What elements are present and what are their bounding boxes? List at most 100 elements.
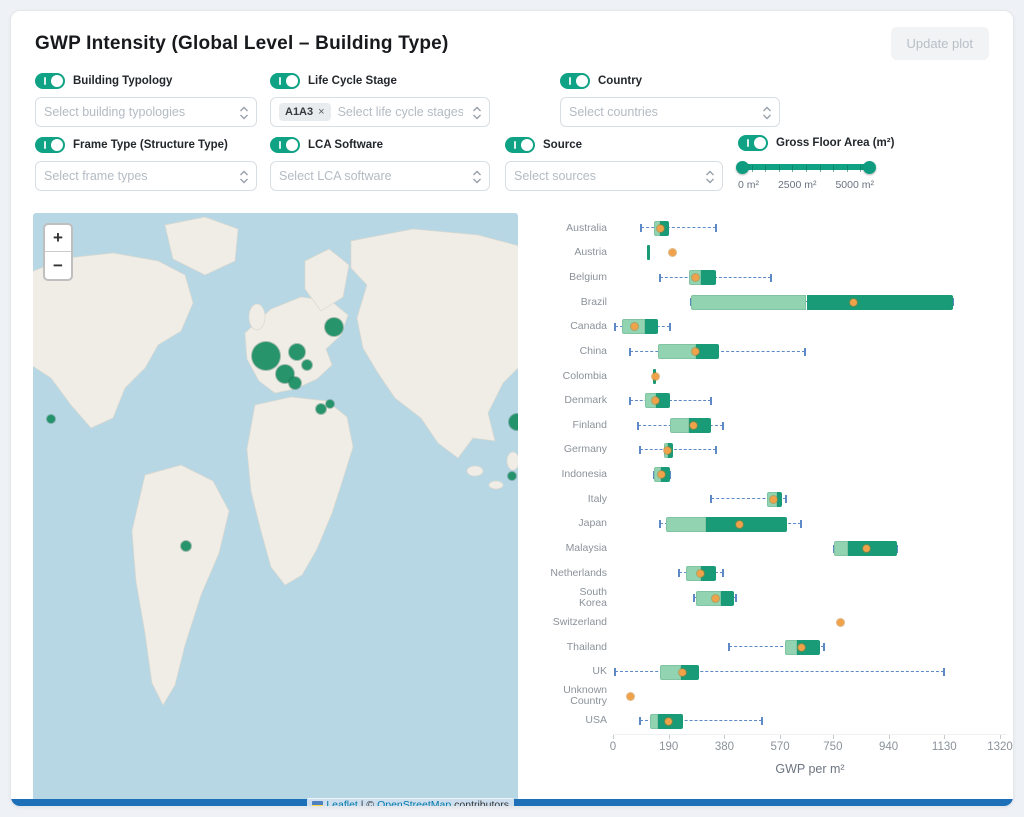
unfold-icon xyxy=(239,170,249,189)
unfold-icon xyxy=(762,106,772,125)
unfold-icon xyxy=(705,170,715,189)
y-axis-label: Netherlands xyxy=(547,561,613,586)
map-data-marker[interactable] xyxy=(47,415,55,423)
y-axis-label: Denmark xyxy=(547,388,613,413)
mean-dot xyxy=(679,669,686,676)
x-tick-mark xyxy=(669,735,670,739)
box-row xyxy=(613,610,1007,635)
map-data-marker[interactable] xyxy=(316,404,326,414)
frame-type-toggle[interactable] xyxy=(35,137,65,153)
x-tick-label: 1130 xyxy=(932,741,957,753)
mean-dot xyxy=(665,718,672,725)
plot-area xyxy=(613,216,1007,734)
filter-life-cycle-stage: Life Cycle Stage A1A3 × Select life cycl… xyxy=(270,73,490,127)
update-plot-button[interactable]: Update plot xyxy=(891,27,990,60)
whisker-cap-max xyxy=(761,717,763,725)
lca-software-toggle[interactable] xyxy=(270,137,300,153)
gfa-range-slider[interactable] xyxy=(738,160,874,174)
map-data-marker[interactable] xyxy=(289,344,305,360)
country-toggle[interactable] xyxy=(560,73,590,89)
box-row xyxy=(613,339,1007,364)
map-data-marker[interactable] xyxy=(302,360,312,370)
box-row xyxy=(613,290,1007,315)
filter-frame-type: Frame Type (Structure Type) Select frame… xyxy=(35,137,257,191)
box-row xyxy=(613,635,1007,660)
zoom-in-button[interactable]: + xyxy=(45,225,71,252)
world-map[interactable]: + − Leaflet | © OpenStreetMap contributo… xyxy=(33,213,518,807)
building-typology-select[interactable]: Select building typologies xyxy=(35,97,257,127)
gross-floor-area-toggle[interactable] xyxy=(738,135,768,151)
x-tick-mark xyxy=(780,735,781,739)
header: GWP Intensity (Global Level – Building T… xyxy=(11,11,1013,64)
whisker-cap-max xyxy=(785,495,787,503)
map-data-marker[interactable] xyxy=(181,541,191,551)
y-axis-label: UK xyxy=(547,660,613,685)
y-axis-label: Canada xyxy=(547,315,613,340)
x-tick-mark xyxy=(889,735,890,739)
box-row xyxy=(613,684,1007,709)
y-axis-label: USA xyxy=(547,709,613,734)
box-median-q3 xyxy=(721,591,734,606)
box-row xyxy=(613,216,1007,241)
mean-dot xyxy=(652,373,659,380)
building-typology-placeholder: Select building typologies xyxy=(44,105,185,119)
source-select[interactable]: Select sources xyxy=(505,161,723,191)
y-axis-labels: AustraliaAustriaBelgiumBrazilCanadaChina… xyxy=(547,216,613,734)
whisker-cap-min xyxy=(659,520,661,528)
whisker-line xyxy=(660,277,771,278)
dashboard-card: GWP Intensity (Global Level – Building T… xyxy=(10,10,1014,807)
gfa-min-label: 0 m² xyxy=(738,179,759,191)
x-tick-label: 570 xyxy=(771,741,790,753)
box-median-q3 xyxy=(807,295,954,310)
frame-type-select[interactable]: Select frame types xyxy=(35,161,257,191)
whisker-cap-max xyxy=(715,446,717,454)
unfold-icon xyxy=(239,106,249,125)
attribution-separator: | © xyxy=(358,799,377,807)
x-tick-mark xyxy=(613,735,614,739)
chip-remove-icon[interactable]: × xyxy=(318,106,324,118)
leaflet-link[interactable]: Leaflet xyxy=(326,799,358,807)
map-data-marker[interactable] xyxy=(289,377,301,389)
openstreetmap-link[interactable]: OpenStreetMap xyxy=(377,799,451,807)
gfa-slider-handle-min[interactable] xyxy=(736,161,749,174)
country-select[interactable]: Select countries xyxy=(560,97,780,127)
source-label: Source xyxy=(543,139,582,151)
y-axis-label: Malaysia xyxy=(547,536,613,561)
gfa-slider-handle-max[interactable] xyxy=(863,161,876,174)
map-data-marker[interactable] xyxy=(508,472,516,480)
box-row xyxy=(613,561,1007,586)
building-typology-toggle[interactable] xyxy=(35,73,65,89)
map-data-marker[interactable] xyxy=(509,414,518,430)
life-cycle-stage-toggle[interactable] xyxy=(270,73,300,89)
building-typology-label: Building Typology xyxy=(73,75,172,87)
y-axis-label: Japan xyxy=(547,512,613,537)
box-q1-median xyxy=(785,640,797,655)
box-q1-median xyxy=(670,418,688,433)
map-data-marker[interactable] xyxy=(325,318,343,336)
frame-type-label: Frame Type (Structure Type) xyxy=(73,139,228,151)
box-row xyxy=(613,586,1007,611)
gross-floor-area-label: Gross Floor Area (m²) xyxy=(776,137,894,149)
whisker-cap-min xyxy=(629,397,631,405)
x-tick-label: 0 xyxy=(610,741,616,753)
y-axis-label: Germany xyxy=(547,438,613,463)
chip-a1a3: A1A3 × xyxy=(279,103,331,121)
chip-label: A1A3 xyxy=(285,106,313,118)
y-axis-label: Italy xyxy=(547,487,613,512)
gfa-slider-tick xyxy=(806,165,807,172)
y-axis-label: South Korea xyxy=(547,586,613,611)
map-data-marker[interactable] xyxy=(252,342,280,370)
whisker-cap-max xyxy=(804,348,806,356)
source-toggle[interactable] xyxy=(505,137,535,153)
whisker-cap-max xyxy=(722,569,724,577)
life-cycle-stage-select[interactable]: A1A3 × Select life cycle stages xyxy=(270,97,490,127)
box-row xyxy=(613,389,1007,414)
whisker-cap-min xyxy=(710,495,712,503)
map-landmass xyxy=(33,213,518,807)
y-axis-label: China xyxy=(547,339,613,364)
zoom-out-button[interactable]: − xyxy=(45,252,71,279)
map-data-marker[interactable] xyxy=(326,400,334,408)
gfa-slider-tick xyxy=(847,165,848,172)
box-row xyxy=(613,487,1007,512)
lca-software-select[interactable]: Select LCA software xyxy=(270,161,490,191)
